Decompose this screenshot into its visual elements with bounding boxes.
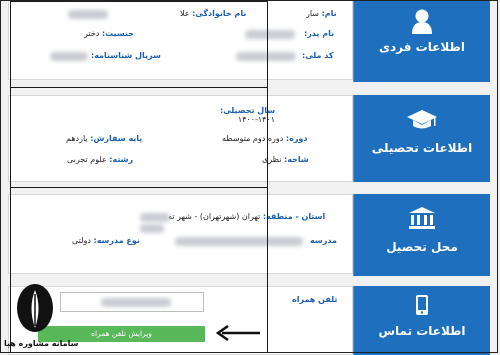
screenshot-border — [0, 0, 498, 353]
